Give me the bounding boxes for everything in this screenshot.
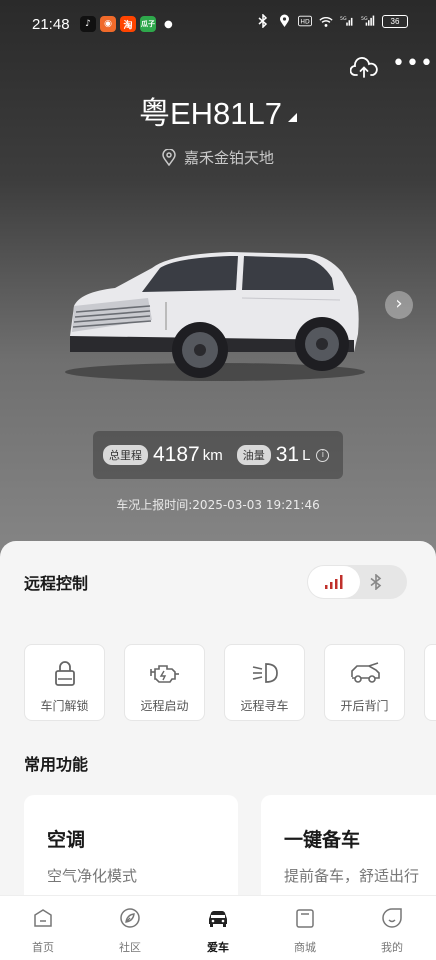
engine-icon xyxy=(150,665,179,683)
tab-shop[interactable]: 商城 xyxy=(275,906,335,955)
notification-dot-icon: ● xyxy=(164,18,173,30)
tab-label: 我的 xyxy=(381,941,403,954)
status-app-icons: ♪ ◉ 淘 瓜子 ● xyxy=(80,16,173,32)
open-tailgate-button[interactable]: 开后背门 xyxy=(324,644,405,721)
map-pin-icon xyxy=(162,148,176,170)
control-card-partial[interactable] xyxy=(424,644,436,721)
car-image xyxy=(60,240,370,390)
bluetooth-mode-option[interactable] xyxy=(369,573,383,594)
hd-icon: HD xyxy=(298,14,312,28)
home-icon xyxy=(34,909,52,927)
remote-control-title: 远程控制 xyxy=(24,574,89,593)
mileage-unit: km xyxy=(202,446,223,464)
tab-my-car[interactable]: 爱车 xyxy=(188,906,248,955)
wifi-icon xyxy=(319,14,333,28)
tailgate-icon xyxy=(351,662,380,683)
bluetooth-icon xyxy=(370,573,382,591)
mileage-label: 总里程 xyxy=(103,445,148,465)
dropdown-triangle-icon xyxy=(288,113,298,122)
profile-icon xyxy=(382,908,402,928)
find-car-button[interactable]: 远程寻车 xyxy=(224,644,305,721)
info-icon[interactable]: i xyxy=(316,448,330,462)
bottom-tab-bar: 首页 社区 爱车 商城 我的 xyxy=(0,895,436,960)
tab-label: 首页 xyxy=(32,941,54,954)
svg-text:5G: 5G xyxy=(361,16,368,22)
remote-control-list: 车门解锁 远程启动 远程寻车 开后背门 xyxy=(24,644,436,722)
green-app-icon: 瓜子 xyxy=(140,16,156,32)
connection-mode-toggle[interactable] xyxy=(307,565,407,599)
mileage-value: 4187 xyxy=(153,443,200,466)
next-vehicle-button[interactable]: › xyxy=(385,291,413,319)
bluetooth-icon xyxy=(256,14,270,28)
chevron-right-icon: › xyxy=(395,293,403,314)
tab-label: 商城 xyxy=(294,941,316,954)
plate-number: 粤EH81L7 xyxy=(138,96,283,131)
more-icon[interactable]: ••• xyxy=(392,53,433,80)
cloud-upload-icon[interactable] xyxy=(349,56,378,80)
signal-icon: 5G xyxy=(361,14,375,28)
taobao-icon: 淘 xyxy=(120,16,136,32)
network-mode-option[interactable] xyxy=(308,566,360,598)
vehicle-stats-panel: 总里程 4187 km 油量 31 L i xyxy=(93,431,343,479)
lock-icon xyxy=(55,661,75,686)
signal-5g-icon: 5G xyxy=(340,14,354,28)
card-title: 空调 xyxy=(47,829,86,851)
headlight-icon xyxy=(252,663,278,683)
svg-text:HD: HD xyxy=(300,19,310,26)
community-icon xyxy=(120,908,140,928)
location-text: 嘉禾金铂天地 xyxy=(183,149,274,167)
control-label: 远程启动 xyxy=(140,699,189,713)
plate-selector[interactable]: 粤EH81L7 xyxy=(0,88,436,133)
location-icon xyxy=(277,14,291,28)
vehicle-location: 嘉禾金铂天地 xyxy=(0,147,436,170)
signal-bars-icon xyxy=(325,575,343,589)
common-functions-title: 常用功能 xyxy=(24,755,89,774)
card-subtitle: 空气净化模式 xyxy=(47,867,138,885)
unlock-door-button[interactable]: 车门解锁 xyxy=(24,644,105,721)
tiktok-icon: ♪ xyxy=(80,16,96,32)
report-time: 车况上报时间:2025-03-03 19:21:46 xyxy=(116,498,320,512)
battery-icon: 36 xyxy=(382,14,408,28)
tab-community[interactable]: 社区 xyxy=(100,906,160,955)
tab-label: 社区 xyxy=(119,941,141,954)
status-right-icons: HD 5G 5G 36 xyxy=(256,14,408,28)
fuel-unit: L xyxy=(302,446,311,464)
tab-home[interactable]: 首页 xyxy=(13,906,73,955)
tab-profile[interactable]: 我的 xyxy=(362,906,422,955)
remote-start-button[interactable]: 远程启动 xyxy=(124,644,205,721)
fuel-label: 油量 xyxy=(236,445,271,465)
status-bar: 21:48 ♪ ◉ 淘 瓜子 ● HD 5G 5G 36 xyxy=(0,0,436,48)
card-subtitle: 提前备车，舒适出行 xyxy=(284,867,420,885)
status-time: 21:48 xyxy=(32,16,70,33)
card-title: 一键备车 xyxy=(284,829,361,851)
svg-text:5G: 5G xyxy=(340,16,347,22)
orange-app-icon: ◉ xyxy=(100,16,116,32)
control-label: 远程寻车 xyxy=(240,699,289,713)
car-icon xyxy=(209,911,227,927)
fuel-value: 31 xyxy=(275,443,300,466)
tab-label: 爱车 xyxy=(207,941,229,954)
shop-icon xyxy=(296,909,314,928)
control-label: 开后背门 xyxy=(340,699,389,713)
control-label: 车门解锁 xyxy=(40,699,89,713)
